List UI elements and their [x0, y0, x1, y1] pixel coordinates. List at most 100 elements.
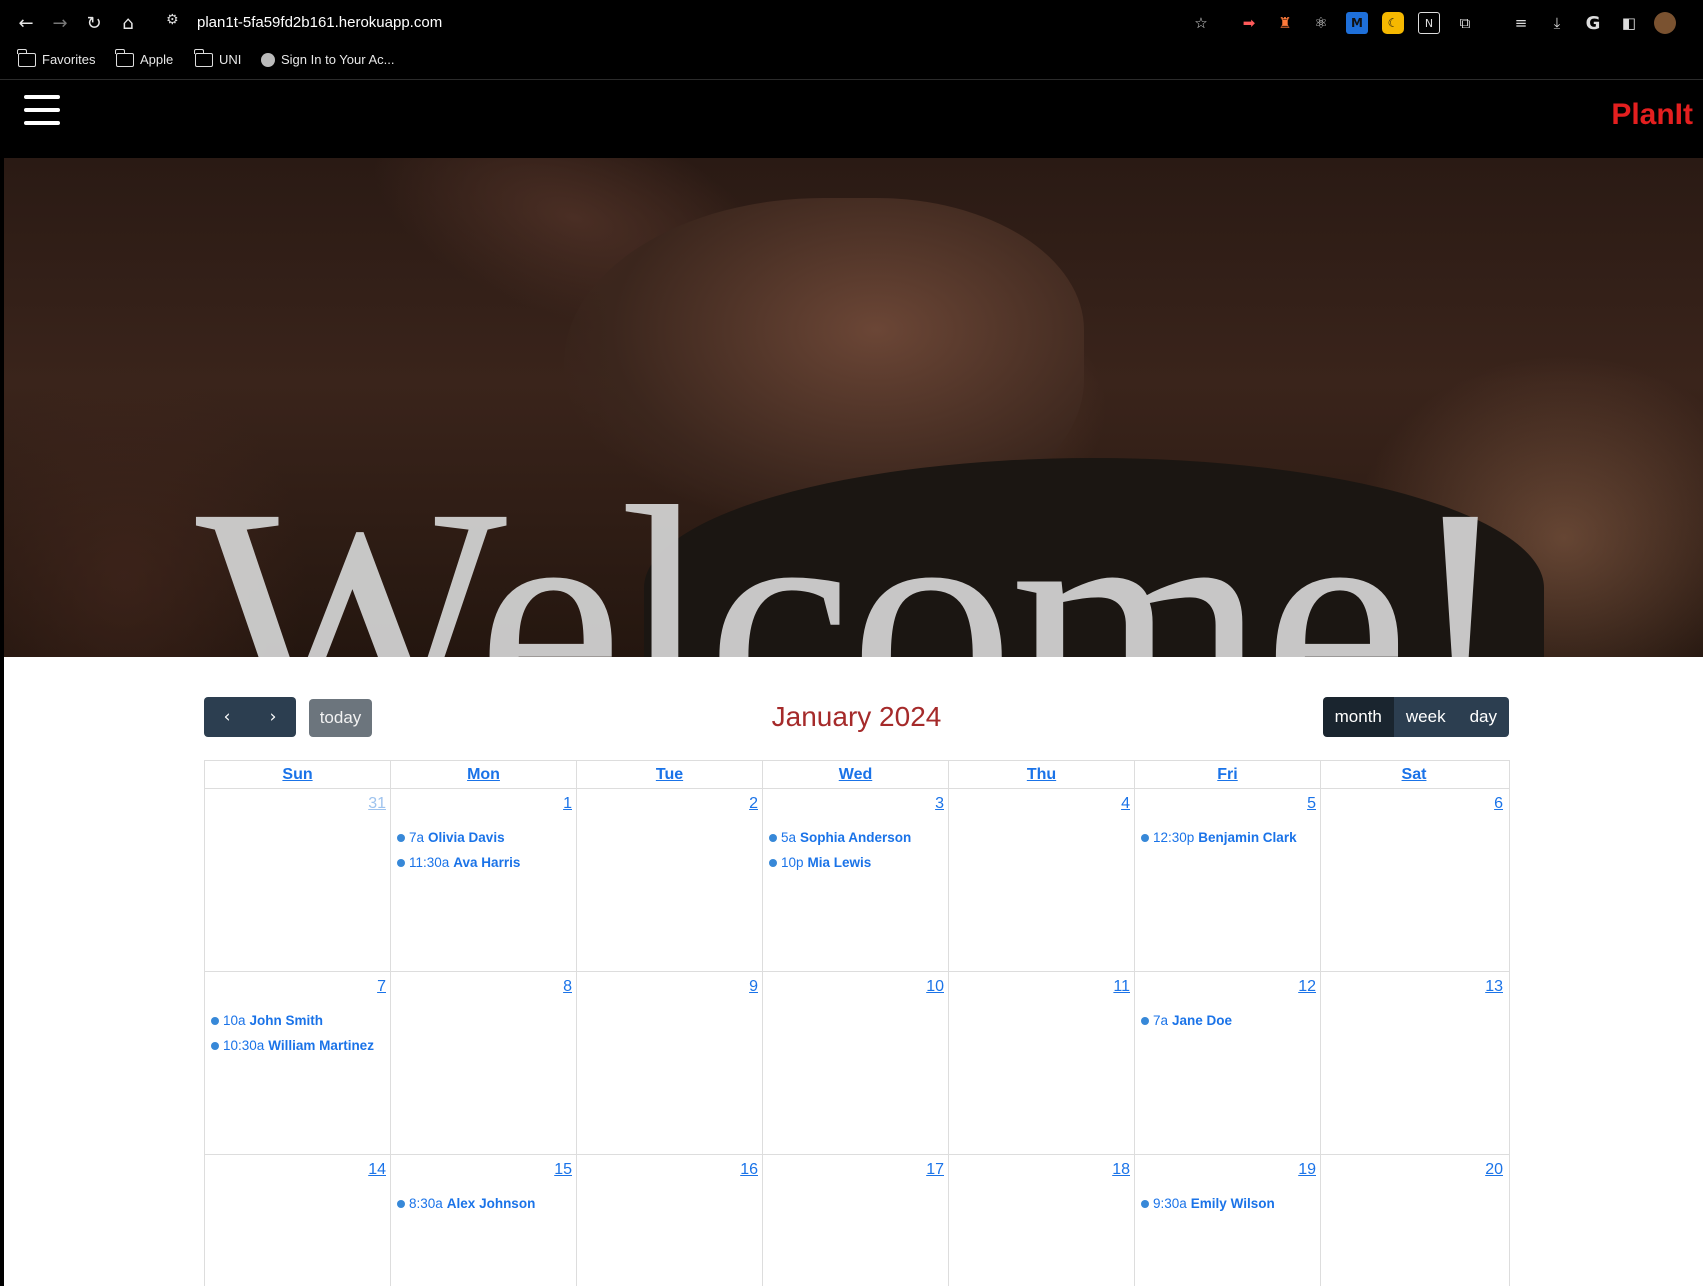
day-cell[interactable]: 31	[205, 789, 391, 971]
extension-react-icon[interactable]: ⚛	[1310, 12, 1332, 34]
day-number-link[interactable]: 10	[926, 978, 944, 996]
view-week-button[interactable]: week	[1393, 697, 1458, 737]
site-settings-icon[interactable]: ⚙	[166, 12, 179, 28]
day-number-link[interactable]: 1	[563, 795, 572, 813]
address-bar[interactable]: plan1t-5fa59fd2b161.herokuapp.com	[197, 14, 442, 31]
bookmark-favorites[interactable]: Favorites	[17, 48, 95, 67]
day-cell[interactable]: 3 5a Sophia Anderson 10p Mia Lewis	[763, 789, 949, 971]
extension-notion-icon[interactable]: N	[1418, 12, 1440, 34]
event-time: 11:30a	[409, 855, 450, 870]
calendar-event[interactable]: 10:30a William Martinez	[211, 1033, 386, 1058]
day-number-link[interactable]: 2	[749, 795, 758, 813]
day-cell[interactable]: 9	[577, 972, 763, 1154]
brand-logo[interactable]: PlanIt	[1611, 98, 1693, 132]
day-cell[interactable]: 20	[1321, 1155, 1507, 1286]
bookmark-uni[interactable]: UNI	[194, 48, 241, 67]
home-icon[interactable]: ⌂	[116, 11, 140, 35]
event-time: 7a	[1153, 1013, 1169, 1028]
bookmark-star-icon[interactable]: ☆	[1190, 12, 1212, 34]
browser-toolbar: ← → ↻ ⌂ ⚙ plan1t-5fa59fd2b161.herokuapp.…	[0, 0, 1703, 46]
day-number-link[interactable]: 5	[1307, 795, 1316, 813]
day-cell[interactable]: 12 7a Jane Doe	[1135, 972, 1321, 1154]
day-number-link[interactable]: 12	[1298, 978, 1316, 996]
event-time: 10:30a	[223, 1038, 265, 1053]
day-cell[interactable]: 2	[577, 789, 763, 971]
day-number-link[interactable]: 14	[368, 1161, 386, 1179]
month-grid: Sun Mon Tue Wed Thu Fri Sat 31 1 7a Olivia Davis 1…	[204, 760, 1510, 1286]
calendar-event[interactable]: 10a John Smith	[211, 1008, 386, 1033]
day-cell[interactable]: 8	[391, 972, 577, 1154]
day-number-link[interactable]: 15	[554, 1161, 572, 1179]
day-number-link[interactable]: 20	[1485, 1161, 1503, 1179]
day-cell[interactable]: 1 7a Olivia Davis 11:30a Ava Harris	[391, 789, 577, 971]
day-number-link[interactable]: 16	[740, 1161, 758, 1179]
download-icon[interactable]: ⤓	[1546, 12, 1568, 34]
folder-icon	[194, 48, 213, 67]
profile-avatar-icon[interactable]	[1654, 12, 1676, 34]
view-month-button[interactable]: month	[1322, 697, 1394, 737]
day-cell[interactable]: 11	[949, 972, 1135, 1154]
day-number-link[interactable]: 18	[1112, 1161, 1130, 1179]
extension-arrow-icon[interactable]: ➡	[1238, 12, 1260, 34]
calendar-event[interactable]: 7a Olivia Davis	[397, 825, 572, 850]
reload-icon[interactable]: ↻	[82, 11, 106, 35]
day-cell[interactable]: 10	[763, 972, 949, 1154]
side-panel-icon[interactable]: ◧	[1618, 12, 1640, 34]
event-dot-icon	[397, 858, 405, 867]
weekday-header-wed[interactable]: Wed	[763, 761, 949, 788]
day-number-link[interactable]: 9	[749, 978, 758, 996]
bookmark-sign-in[interactable]: Sign In to Your Ac...	[261, 52, 394, 67]
day-cell[interactable]: 5 12:30p Benjamin Clark	[1135, 789, 1321, 971]
calendar-event[interactable]: 11:30a Ava Harris	[397, 850, 572, 875]
calendar-event[interactable]: 12:30p Benjamin Clark	[1141, 825, 1316, 850]
extension-m-icon[interactable]: M	[1346, 12, 1368, 34]
weekday-header: Sun Mon Tue Wed Thu Fri Sat	[205, 761, 1509, 789]
view-day-button[interactable]: day	[1457, 697, 1509, 737]
calendar-event[interactable]: 8:30a Alex Johnson	[397, 1191, 572, 1216]
google-icon[interactable]: G	[1582, 12, 1604, 34]
weekday-header-sun[interactable]: Sun	[205, 761, 391, 788]
bookmark-apple[interactable]: Apple	[115, 48, 173, 67]
day-number-link[interactable]: 19	[1298, 1161, 1316, 1179]
day-number-link[interactable]: 6	[1494, 795, 1503, 813]
day-number-link[interactable]: 3	[935, 795, 944, 813]
calendar-event[interactable]: 10p Mia Lewis	[769, 850, 944, 875]
day-number-link[interactable]: 13	[1485, 978, 1503, 996]
day-number-link[interactable]: 17	[926, 1161, 944, 1179]
event-dot-icon	[1141, 833, 1149, 842]
day-cell[interactable]: 6	[1321, 789, 1507, 971]
day-number-link[interactable]: 31	[368, 795, 386, 813]
extension-moon-icon[interactable]: ☾	[1382, 12, 1404, 34]
extensions-puzzle-icon[interactable]: ⧉	[1454, 12, 1476, 34]
calendar-event[interactable]: 7a Jane Doe	[1141, 1008, 1316, 1033]
day-cell[interactable]: 16	[577, 1155, 763, 1286]
back-icon[interactable]: ←	[14, 11, 38, 35]
weekday-header-sat[interactable]: Sat	[1321, 761, 1507, 788]
day-number-link[interactable]: 8	[563, 978, 572, 996]
weekday-header-fri[interactable]: Fri	[1135, 761, 1321, 788]
calendar-event[interactable]: 9:30a Emily Wilson	[1141, 1191, 1316, 1216]
weekday-header-thu[interactable]: Thu	[949, 761, 1135, 788]
folder-icon	[17, 48, 36, 67]
day-cell[interactable]: 17	[763, 1155, 949, 1286]
extension-chess-icon[interactable]: ♜	[1274, 12, 1296, 34]
day-number-link[interactable]: 4	[1121, 795, 1130, 813]
forward-icon[interactable]: →	[48, 11, 72, 35]
media-queue-icon[interactable]: ≡	[1510, 12, 1532, 34]
day-number-link[interactable]: 7	[377, 978, 386, 996]
hamburger-menu-icon[interactable]	[24, 95, 60, 125]
day-cell[interactable]: 4	[949, 789, 1135, 971]
day-cell[interactable]: 19 9:30a Emily Wilson	[1135, 1155, 1321, 1286]
event-time: 10a	[223, 1013, 246, 1028]
weekday-header-mon[interactable]: Mon	[391, 761, 577, 788]
day-cell[interactable]: 15 8:30a Alex Johnson	[391, 1155, 577, 1286]
day-cell[interactable]: 13	[1321, 972, 1507, 1154]
event-title: Mia Lewis	[807, 855, 872, 870]
weekday-header-tue[interactable]: Tue	[577, 761, 763, 788]
month-body: 31 1 7a Olivia Davis 11:30a Ava Harris 2 3 5a Sop…	[205, 789, 1509, 1286]
day-number-link[interactable]: 11	[1113, 978, 1130, 996]
day-cell[interactable]: 7 10a John Smith 10:30a William Martinez	[205, 972, 391, 1154]
day-cell[interactable]: 14	[205, 1155, 391, 1286]
day-cell[interactable]: 18	[949, 1155, 1135, 1286]
calendar-event[interactable]: 5a Sophia Anderson	[769, 825, 944, 850]
